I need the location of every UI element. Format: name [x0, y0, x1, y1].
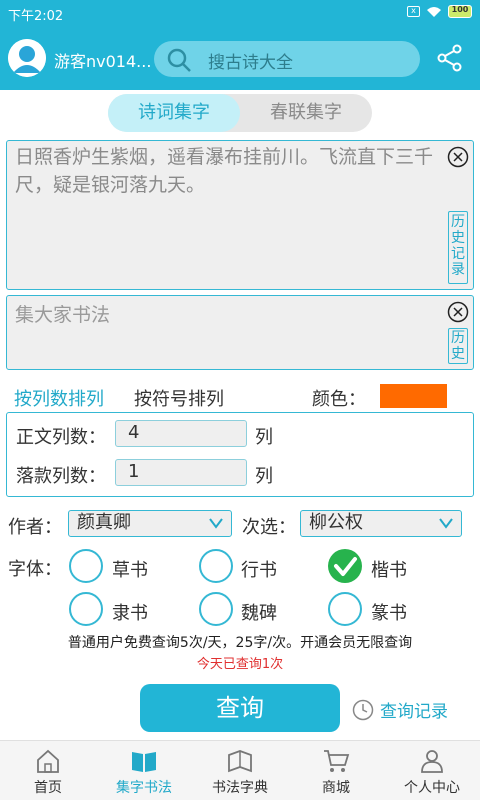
query-button[interactable]: 查询: [140, 684, 340, 732]
book-icon: [132, 752, 156, 772]
signature-placeholder: 集大家书法: [15, 304, 111, 326]
search-icon: [167, 48, 191, 72]
check-icon: [334, 557, 357, 576]
body-columns-unit: 列: [255, 427, 273, 448]
sign-columns-input[interactable]: 1: [115, 459, 247, 486]
query-history-label: 查询记录: [380, 702, 448, 722]
signature-textarea[interactable]: 集大家书法 历史: [6, 295, 474, 370]
sign-columns-label: 落款列数：: [16, 466, 106, 487]
person-icon: [421, 750, 443, 773]
font-option-clerical[interactable]: 隶书: [112, 599, 148, 625]
status-icons: x 100: [407, 5, 472, 18]
font-option-running[interactable]: 行书: [241, 556, 277, 582]
radio-regular[interactable]: [328, 549, 362, 583]
sort-by-symbol[interactable]: 按符号排列: [134, 385, 224, 411]
radio-running[interactable]: [199, 549, 233, 583]
search-bar[interactable]: 搜古诗大全: [154, 41, 420, 77]
nav-home-label: 首页: [34, 780, 62, 796]
tab-couplet-collect[interactable]: 春联集字: [240, 94, 372, 132]
query-count-note: 今天已查询1次: [196, 657, 284, 672]
chevron-down-icon: [209, 518, 223, 529]
bottom-nav: 首页 集字书法 书法字典 商城 个人中心: [0, 740, 480, 800]
tab-poem-collect[interactable]: 诗词集字: [108, 94, 240, 132]
nav-collect[interactable]: 集字书法: [96, 741, 192, 800]
wifi-icon: [427, 6, 441, 17]
body-columns-label: 正文列数：: [16, 427, 106, 448]
author-label: 作者：: [8, 517, 62, 538]
sign-columns-unit: 列: [255, 466, 273, 487]
nav-mall-label: 商城: [322, 780, 350, 796]
chevron-down-icon: [439, 518, 453, 529]
column-settings: 正文列数： 4 列 落款列数： 1 列: [6, 412, 474, 497]
nav-dictionary[interactable]: 书法字典: [192, 741, 288, 800]
secondary-author-value: 柳公权: [309, 512, 363, 533]
poem-text[interactable]: 日照香炉生紫烟，遥看瀑布挂前川。飞流直下三千尺，疑是银河落九天。: [15, 143, 435, 199]
signature-history-button[interactable]: 历史: [448, 328, 468, 364]
clock-icon: [352, 699, 374, 720]
nav-dictionary-label: 书法字典: [212, 780, 268, 796]
app-header: 游客nv014... 搜古诗大全: [0, 26, 480, 90]
clear-signature-icon[interactable]: [447, 301, 469, 323]
clear-poem-icon[interactable]: [447, 146, 469, 168]
sort-by-column[interactable]: 按列数排列: [14, 385, 104, 415]
radio-seal[interactable]: [328, 592, 362, 626]
cart-icon: [324, 750, 350, 772]
body-columns-input[interactable]: 4: [115, 420, 247, 447]
secondary-author-select[interactable]: 柳公权: [300, 510, 462, 537]
nav-collect-label: 集字书法: [116, 780, 172, 796]
radio-clerical[interactable]: [69, 592, 103, 626]
home-icon: [37, 749, 59, 773]
search-placeholder: 搜古诗大全: [208, 53, 293, 73]
font-option-seal[interactable]: 篆书: [371, 599, 407, 625]
nav-home[interactable]: 首页: [0, 741, 96, 800]
dictionary-icon: [228, 750, 252, 773]
font-option-cursive[interactable]: 草书: [112, 556, 148, 582]
font-label: 字体：: [8, 559, 62, 580]
nav-profile[interactable]: 个人中心: [384, 741, 480, 800]
radio-wei-stele[interactable]: [199, 592, 233, 626]
radio-cursive[interactable]: [69, 549, 103, 583]
quota-notice: 普通用户免费查询5次/天，25字/次。开通会员无限查询: [67, 635, 413, 651]
query-history-link[interactable]: 查询记录: [352, 697, 448, 722]
share-icon[interactable]: [436, 44, 464, 72]
username[interactable]: 游客nv014...: [54, 48, 151, 72]
poem-history-button[interactable]: 历史记录: [448, 211, 468, 284]
poem-textarea[interactable]: 日照香炉生紫烟，遥看瀑布挂前川。飞流直下三千尺，疑是银河落九天。 历史记录: [6, 140, 474, 290]
author-select[interactable]: 颜真卿: [68, 510, 232, 537]
font-option-wei-stele[interactable]: 魏碑: [241, 599, 277, 625]
avatar-icon: [8, 39, 46, 77]
sim-icon: x: [407, 6, 420, 17]
battery-level: 100: [451, 5, 469, 14]
color-swatch[interactable]: [380, 384, 447, 408]
color-label: 颜色：: [312, 389, 366, 410]
battery-icon: 100: [448, 5, 472, 18]
nav-profile-label: 个人中心: [404, 780, 460, 796]
author-value: 颜真卿: [77, 512, 131, 533]
status-bar: 下午2:02 x 100: [0, 0, 480, 26]
nav-mall[interactable]: 商城: [288, 741, 384, 800]
status-time: 下午2:02: [8, 9, 64, 24]
font-option-regular[interactable]: 楷书: [371, 556, 407, 582]
mode-tabs: 诗词集字 春联集字: [108, 94, 372, 132]
avatar[interactable]: [8, 39, 46, 77]
secondary-author-label: 次选：: [242, 517, 296, 538]
